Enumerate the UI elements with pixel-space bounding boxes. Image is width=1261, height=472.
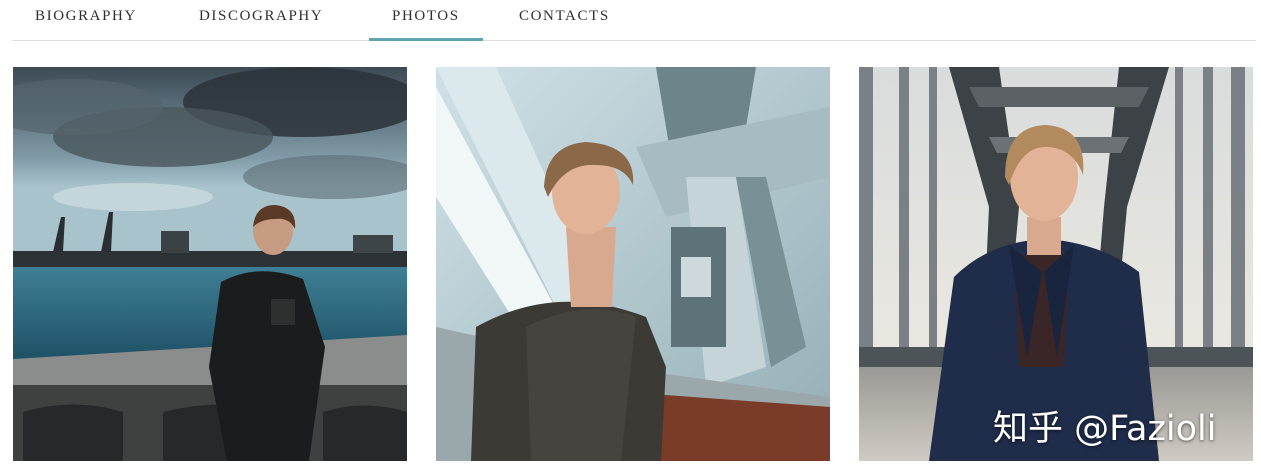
gallery-photo-bridge[interactable]	[859, 67, 1253, 461]
tab-contacts[interactable]: CONTACTS	[519, 0, 610, 40]
harbor-photo-image	[13, 67, 407, 461]
gallery-photo-crane[interactable]	[436, 67, 830, 461]
tab-photos[interactable]: PHOTOS	[369, 0, 483, 41]
section-tabs: BIOGRAPHY DISCOGRAPHY PHOTOS CONTACTS	[12, 0, 1256, 41]
crane-photo-image	[436, 67, 830, 461]
bridge-photo-image	[859, 67, 1253, 461]
gallery-photo-harbor[interactable]	[13, 67, 407, 461]
tab-discography[interactable]: DISCOGRAPHY	[199, 0, 323, 40]
tab-biography[interactable]: BIOGRAPHY	[35, 0, 137, 40]
